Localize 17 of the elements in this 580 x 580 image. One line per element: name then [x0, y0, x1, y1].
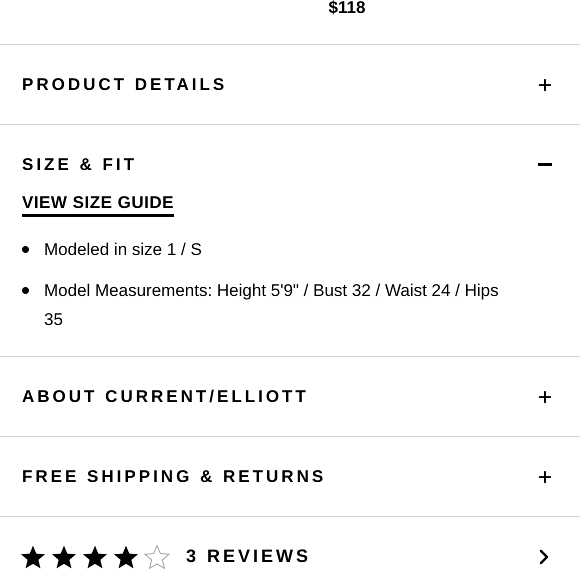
accordion-header[interactable]: PRODUCT DETAILS	[0, 45, 580, 124]
star-icon	[82, 544, 108, 570]
accordion-header[interactable]: ABOUT CURRENT/ELLIOTT	[0, 357, 580, 436]
size-guide-link[interactable]: VIEW SIZE GUIDE	[22, 192, 174, 217]
collapse-icon	[538, 163, 552, 166]
price: $118	[328, 0, 366, 16]
reviews-count: 3 REVIEWS	[186, 545, 312, 568]
fit-detail: Model Measurements: Height 5'9" / Bust 32 / Waist 24 / Hips 35	[44, 280, 500, 331]
bullet-icon	[22, 246, 29, 253]
star-icon	[20, 544, 46, 570]
bullet-icon	[22, 287, 29, 294]
reviews-row[interactable]: 3 REVIEWS	[0, 517, 580, 580]
empty-star-icon	[144, 544, 170, 570]
star-icon	[113, 544, 139, 570]
fit-detail: Modeled in size 1 / S	[44, 239, 202, 261]
accordion-header[interactable]: FREE SHIPPING & RETURNS	[0, 437, 580, 516]
star-icon	[51, 544, 77, 570]
